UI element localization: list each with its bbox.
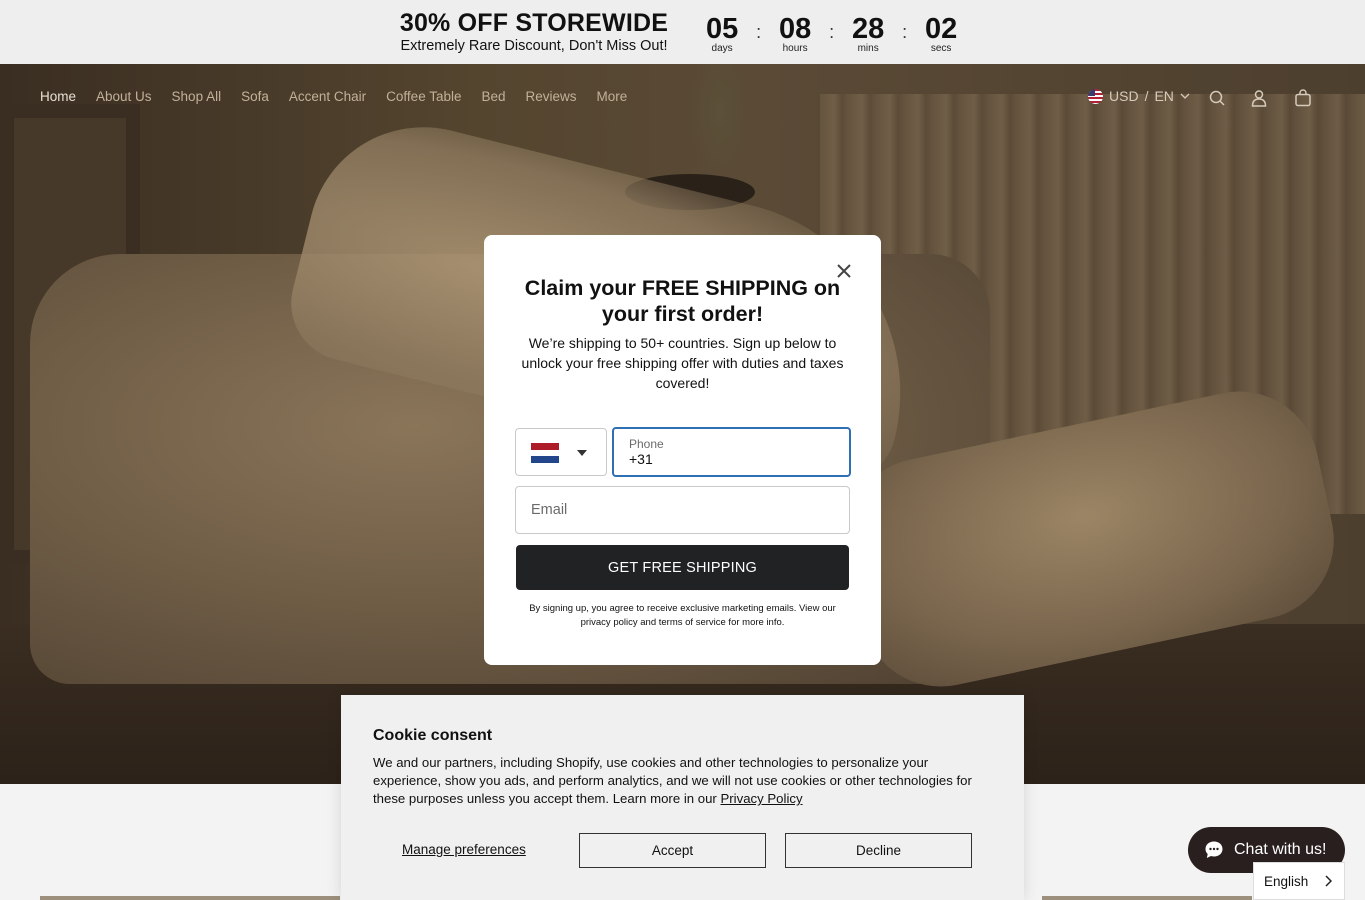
nav-item-about-us[interactable]: About Us [96, 89, 152, 104]
currency-display: USD / EN [1088, 88, 1190, 104]
cookie-title: Cookie consent [373, 727, 493, 744]
modal-title: Claim your FREE SHIPPING on your first o… [524, 276, 841, 326]
phone-value: +31 [629, 451, 653, 467]
cart-icon[interactable] [1294, 89, 1312, 107]
countdown-hours-label: hours [782, 43, 808, 54]
currency-divider: / [1144, 88, 1149, 104]
product-thumbnail [1042, 896, 1252, 900]
countdown-days-value: 05 [705, 13, 739, 45]
nav-item-bed[interactable]: Bed [481, 89, 505, 104]
nav-item-more[interactable]: More [597, 89, 628, 104]
netherlands-flag-icon [531, 443, 559, 464]
nav-item-sofa[interactable]: Sofa [241, 89, 269, 104]
promo-bar: 30% OFF STOREWIDE Extremely Rare Discoun… [0, 0, 1365, 64]
countdown-secs: 02 secs [917, 14, 965, 54]
countdown-separator: : [902, 22, 908, 42]
countdown-hours: 08 hours [771, 14, 819, 54]
decline-cookies-button[interactable]: Decline [785, 833, 972, 868]
modal-description: We’re shipping to 50+ countries. Sign up… [521, 335, 844, 391]
us-flag-icon [1088, 88, 1103, 104]
dropdown-arrow-icon [577, 450, 587, 456]
currency-selector[interactable]: USD / EN [1088, 88, 1190, 104]
promo-title: 30% OFF STOREWIDE [399, 9, 669, 37]
get-free-shipping-button[interactable]: GET FREE SHIPPING [516, 545, 849, 590]
email-input[interactable] [515, 486, 850, 534]
nav-item-home[interactable]: Home [40, 89, 76, 104]
language-code: EN [1154, 88, 1174, 104]
hero-plant [690, 64, 750, 184]
cookie-consent-banner: Cookie consent We and our partners, incl… [341, 695, 1024, 900]
chevron-right-icon [1325, 875, 1332, 887]
account-icon[interactable] [1250, 89, 1268, 107]
countdown-hours-value: 08 [778, 13, 812, 45]
nav-item-coffee-table[interactable]: Coffee Table [386, 89, 461, 104]
main-nav: Home About Us Shop All Sofa Accent Chair… [40, 89, 627, 104]
nav-item-accent-chair[interactable]: Accent Chair [289, 89, 366, 104]
phone-input[interactable]: Phone +31 [612, 427, 851, 477]
countdown-secs-value: 02 [925, 13, 958, 45]
language-value: English [1264, 873, 1309, 889]
countdown-mins-label: mins [857, 43, 879, 54]
countdown-mins: 28 mins [844, 14, 892, 54]
search-icon[interactable] [1208, 89, 1226, 107]
accept-cookies-button[interactable]: Accept [579, 833, 766, 868]
countdown-days: 05 days [698, 14, 746, 54]
language-selector[interactable]: English [1253, 862, 1345, 900]
chat-bubble-icon [1205, 841, 1223, 858]
privacy-policy-link[interactable]: Privacy Policy [720, 791, 802, 806]
promo-text: 30% OFF STOREWIDE Extremely Rare Discoun… [400, 9, 668, 55]
countdown-timer: 05 days : 08 hours : 28 mins : 02 secs [698, 14, 965, 54]
countdown-mins-value: 28 [852, 13, 885, 45]
countdown-separator: : [756, 22, 762, 42]
manage-preferences-link[interactable]: Manage preferences [402, 842, 526, 857]
cookie-description: We and our partners, including Shopify, … [373, 754, 993, 808]
chevron-down-icon [1180, 93, 1190, 99]
country-code-select[interactable] [515, 428, 607, 476]
countdown-secs-label: secs [930, 43, 952, 54]
currency-code: USD [1109, 88, 1139, 104]
chat-label: Chat with us! [1234, 841, 1327, 858]
promo-subtitle: Extremely Rare Discount, Don't Miss Out! [400, 38, 668, 54]
product-thumbnail [40, 896, 340, 900]
countdown-days-label: days [711, 43, 733, 54]
countdown-separator: : [829, 22, 835, 42]
cookie-text: We and our partners, including Shopify, … [373, 755, 972, 806]
nav-item-reviews[interactable]: Reviews [526, 89, 577, 104]
phone-label: Phone [629, 437, 664, 451]
signup-disclaimer: By signing up, you agree to receive excl… [529, 603, 836, 628]
nav-item-shop-all[interactable]: Shop All [172, 89, 222, 104]
